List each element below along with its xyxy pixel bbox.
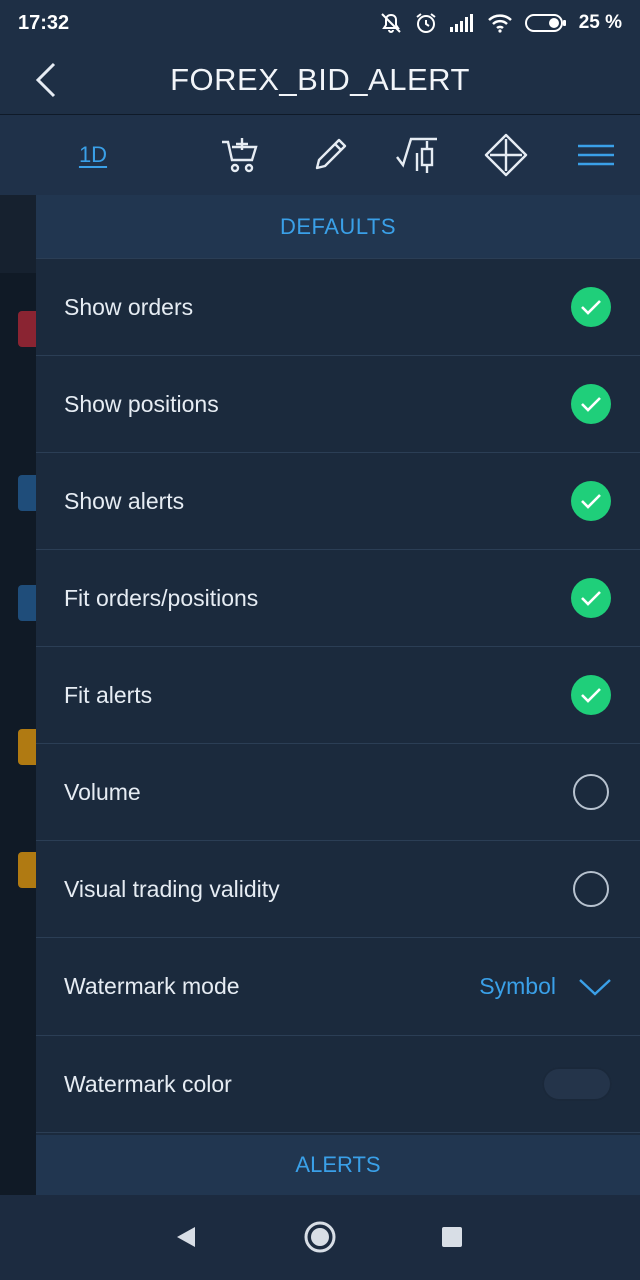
nav-recents-button[interactable]	[432, 1217, 472, 1257]
setting-show-orders[interactable]: Show orders	[36, 259, 640, 356]
checked-icon[interactable]	[571, 675, 611, 715]
page-title: FOREX_BID_ALERT	[170, 62, 470, 97]
chevron-down-icon	[579, 978, 611, 996]
new-order-button[interactable]	[218, 133, 262, 177]
checked-icon[interactable]	[571, 481, 611, 521]
nav-back-button[interactable]	[166, 1217, 206, 1257]
setting-volume[interactable]: Volume	[36, 744, 640, 841]
battery-icon	[524, 13, 567, 33]
setting-fit-alerts[interactable]: Fit alerts	[36, 647, 640, 744]
pan-button[interactable]	[484, 133, 528, 177]
watermark-mode-value: Symbol	[479, 973, 556, 999]
status-icons: 25 %	[379, 12, 622, 34]
battery-level: 25 %	[578, 12, 622, 33]
unchecked-icon[interactable]	[573, 774, 609, 810]
drawing-tool-button[interactable]	[308, 133, 352, 177]
setting-label: Show orders	[64, 293, 194, 320]
unchecked-icon[interactable]	[573, 871, 609, 907]
setting-watermark-mode[interactable]: Watermark mode Symbol	[36, 938, 640, 1036]
setting-label: Watermark mode	[64, 973, 240, 999]
alerts-section-header[interactable]: ALERTS	[36, 1135, 640, 1195]
app-header: FOREX_BID_ALERT	[0, 46, 640, 115]
watermark-color-swatch[interactable]	[542, 1067, 612, 1101]
setting-label: Show alerts	[64, 487, 185, 514]
pencil-icon	[315, 138, 347, 170]
chart-top-band	[0, 195, 36, 273]
setting-label: Visual trading validity	[64, 875, 280, 902]
alarm-icon	[415, 12, 437, 34]
chart-settings-panel: DEFAULTS Show orders Show positions Show…	[36, 195, 640, 1195]
defaults-section-header: DEFAULTS	[36, 195, 640, 259]
status-time: 17:32	[18, 11, 70, 34]
circle-home-icon	[304, 1221, 336, 1253]
watermark-mode-select[interactable]: Symbol	[479, 973, 612, 1000]
timeframe-button[interactable]: 1D	[70, 133, 116, 177]
setting-watermark-color[interactable]: Watermark color	[36, 1036, 640, 1133]
back-button[interactable]	[28, 60, 64, 100]
setting-label: Show positions	[64, 390, 219, 417]
triangle-back-icon	[177, 1227, 195, 1247]
setting-label: Watermark color	[64, 1070, 232, 1097]
move-arrows-icon	[484, 133, 528, 177]
setting-label: Fit orders/positions	[64, 584, 259, 611]
setting-fit-orders-positions[interactable]: Fit orders/positions	[36, 550, 640, 647]
candlestick-icon	[396, 137, 437, 173]
add-to-cart-icon	[222, 138, 258, 173]
menu-icon	[578, 144, 614, 166]
checked-icon[interactable]	[571, 578, 611, 618]
setting-show-alerts[interactable]: Show alerts	[36, 453, 640, 550]
square-recents-icon	[442, 1227, 462, 1247]
back-chevron-icon	[35, 62, 56, 98]
checked-icon[interactable]	[571, 287, 611, 327]
signal-icon	[449, 13, 475, 33]
setting-label: Fit alerts	[64, 681, 153, 708]
setting-label: Volume	[64, 778, 141, 805]
chart-background	[0, 195, 40, 1195]
checked-icon[interactable]	[571, 384, 611, 424]
status-bar: 17:32 25 %	[0, 0, 640, 46]
chart-type-button[interactable]	[394, 133, 440, 177]
setting-visual-trading-validity[interactable]: Visual trading validity	[36, 841, 640, 938]
chart-toolbar: 1D	[0, 115, 640, 195]
mute-icon	[379, 12, 403, 34]
nav-home-button[interactable]	[300, 1217, 340, 1257]
setting-show-positions[interactable]: Show positions	[36, 356, 640, 453]
wifi-icon	[487, 13, 513, 33]
menu-button[interactable]	[574, 133, 618, 177]
system-nav-bar	[0, 1195, 640, 1280]
